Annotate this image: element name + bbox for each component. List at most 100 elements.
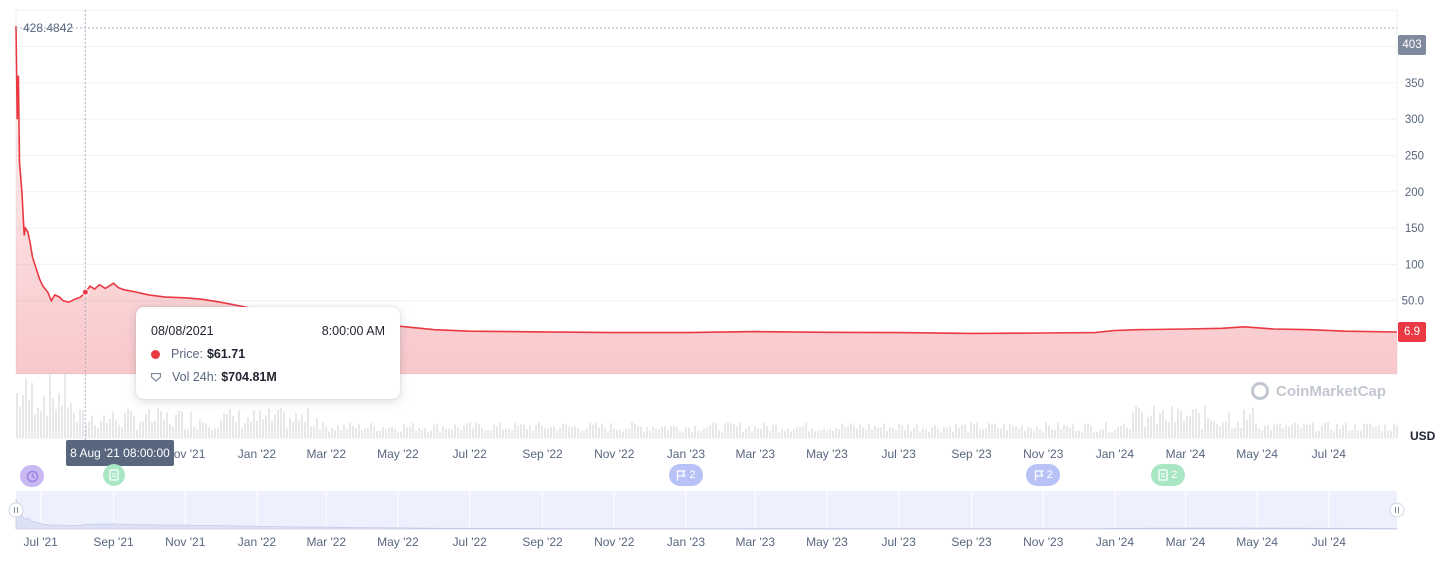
range-navigator[interactable]: Jul '21 Sep '21 Nov '21 Jan '22 Mar '22 May '…	[8, 491, 1405, 549]
volume-bar	[280, 408, 282, 438]
volume-bar	[64, 373, 66, 438]
volume-bar	[1000, 428, 1002, 438]
volume-bar	[388, 427, 390, 438]
volume-bar	[622, 431, 624, 438]
volume-bar	[1027, 427, 1029, 438]
volume-bar	[409, 426, 411, 438]
volume-bar	[406, 427, 408, 438]
x-tick-label: Jan '22	[238, 447, 277, 461]
volume-bar	[136, 429, 138, 438]
navigator-right-handle[interactable]	[1389, 502, 1405, 518]
event-flag-icon[interactable]: 2	[668, 464, 703, 486]
volume-bar	[193, 426, 195, 438]
volume-bar	[484, 431, 486, 438]
y-tick-label: 150	[1405, 223, 1424, 235]
volume-bar	[1348, 431, 1350, 438]
volume-bar	[514, 422, 516, 438]
x-tick-label: Sep '22	[522, 447, 563, 461]
volume-bar	[886, 430, 888, 438]
volume-bar	[1216, 423, 1218, 438]
volume-bar	[787, 428, 789, 438]
volume-bar	[385, 429, 387, 438]
volume-bar	[1186, 416, 1188, 438]
volume-bar	[1195, 409, 1197, 438]
y-tick-label: 50.0	[1402, 296, 1424, 308]
volume-bar	[481, 427, 483, 438]
event-news-icon[interactable]	[102, 464, 125, 486]
navigator-left-handle[interactable]	[8, 502, 24, 518]
navigator-background	[16, 491, 1397, 529]
volume-bar	[862, 427, 864, 438]
volume-bar	[1300, 428, 1302, 438]
volume-bar	[1240, 428, 1242, 438]
volume-bar	[1030, 428, 1032, 438]
volume-bar	[430, 430, 432, 438]
volume-bar	[505, 428, 507, 438]
volume-bar	[211, 429, 213, 438]
volume-bar	[1378, 425, 1380, 438]
volume-bar	[1234, 427, 1236, 438]
volume-bar	[904, 429, 906, 438]
event-count: 2	[1046, 469, 1053, 481]
volume-bar	[934, 424, 936, 438]
navigator-tick-label: May '24	[1236, 535, 1278, 549]
volume-bar	[742, 431, 744, 438]
volume-bar	[871, 429, 873, 438]
volume-bar	[1330, 429, 1332, 438]
volume-bar	[550, 426, 552, 438]
volume-bar	[1249, 414, 1251, 438]
volume-bar	[718, 430, 720, 438]
volume-bar	[910, 430, 912, 438]
y-tick-label: 100	[1405, 259, 1424, 271]
volume-bar	[595, 422, 597, 438]
volume-bar	[73, 412, 75, 438]
volume-bar	[337, 425, 339, 438]
volume-bar	[1090, 425, 1092, 438]
history-icon[interactable]	[20, 465, 44, 487]
volume-bar	[532, 430, 534, 438]
volume-bar	[1006, 430, 1008, 438]
tooltip-price-label: Price:	[171, 347, 203, 361]
volume-bar	[1117, 426, 1119, 438]
volume-bar	[943, 427, 945, 438]
volume-bar	[688, 427, 690, 438]
volume-bar	[610, 423, 612, 438]
event-flag-icon[interactable]: 2	[1026, 464, 1061, 486]
volume-bar	[1051, 429, 1053, 438]
volume-bar	[154, 420, 156, 438]
price-chart[interactable]: 428.4842 35030025020015010050.0 Nov '21 J…	[0, 0, 1456, 566]
volume-bar	[220, 420, 222, 438]
event-news-icon[interactable]: 2	[1150, 464, 1185, 486]
volume-bar	[124, 413, 126, 438]
volume-bar	[715, 423, 717, 438]
tooltip-price-value: $61.71	[206, 347, 246, 361]
volume-bar	[1303, 423, 1305, 438]
volume-bar	[445, 429, 447, 438]
volume-bar	[1393, 423, 1395, 438]
navigator-tick-label: Nov '23	[1023, 535, 1064, 549]
volume-bar	[1354, 424, 1356, 438]
volume-bar	[28, 399, 30, 438]
volume-bar	[451, 429, 453, 438]
navigator-tick-label: Jan '24	[1096, 535, 1135, 549]
volume-bar	[577, 428, 579, 438]
volume-bar	[991, 425, 993, 438]
volume-bar	[1099, 430, 1101, 438]
volume-bar	[1363, 423, 1365, 438]
volume-bar	[1342, 425, 1344, 438]
tooltip-date: 08/08/2021	[151, 324, 214, 338]
volume-bar	[1069, 428, 1071, 438]
volume-bar	[490, 430, 492, 438]
volume-bar	[796, 427, 798, 438]
volume-bar	[121, 427, 123, 438]
volume-bar	[784, 430, 786, 438]
volume-bar	[1321, 425, 1323, 438]
volume-bar	[1147, 417, 1149, 438]
volume-bar	[661, 426, 663, 438]
volume-bar	[793, 429, 795, 438]
volume-bar	[586, 428, 588, 438]
volume-bar	[1291, 424, 1293, 438]
y-tick-label: 350	[1405, 78, 1424, 90]
volume-bar	[1357, 430, 1359, 438]
volume-bar	[43, 396, 45, 438]
